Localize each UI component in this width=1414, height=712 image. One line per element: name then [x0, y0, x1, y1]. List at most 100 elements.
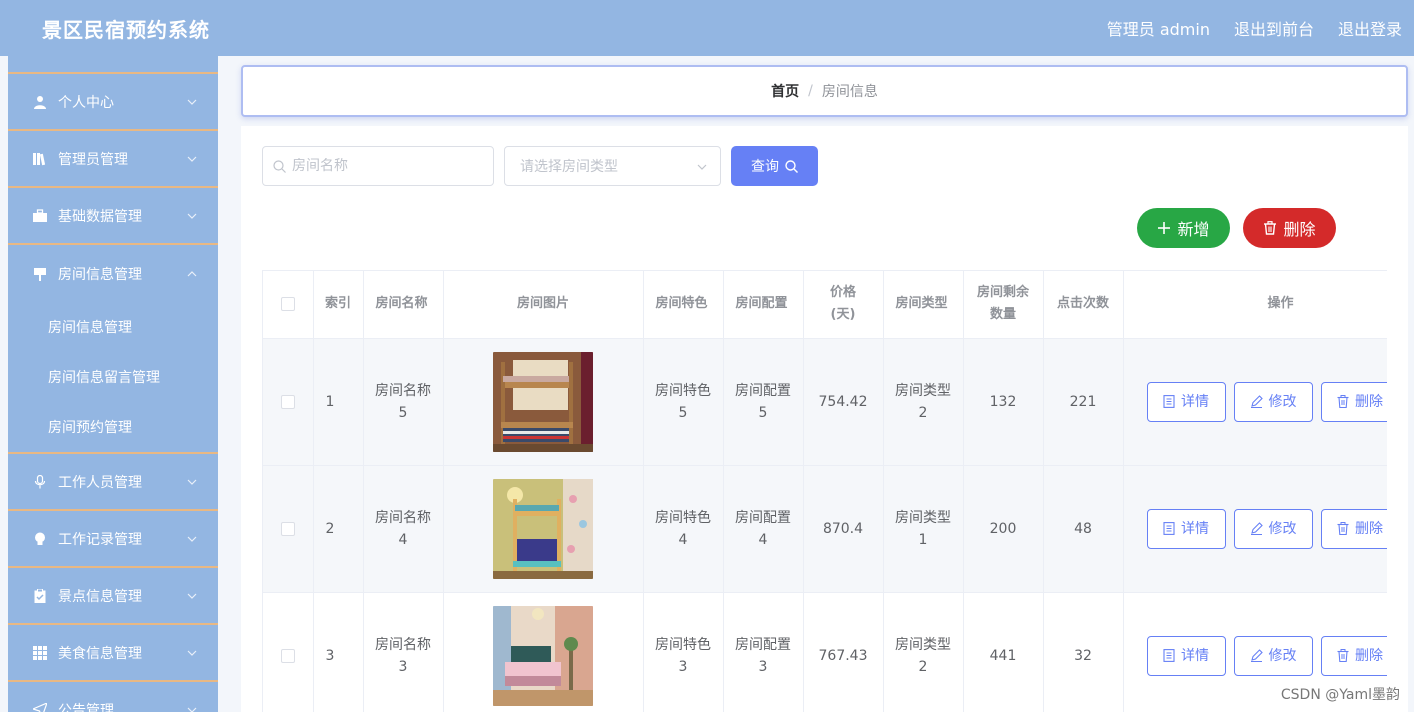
books-icon — [32, 151, 48, 167]
sidebar-item-personal-center[interactable]: 个人中心 — [8, 74, 218, 131]
detail-button[interactable]: 详情 — [1146, 381, 1226, 422]
header-remaining: 房间剩余数量 — [963, 271, 1044, 339]
sidebar-item-scenic-spots[interactable]: 景点信息管理 — [8, 568, 218, 625]
header-links: 管理员 admin 退出到前台 退出登录 — [1107, 16, 1402, 40]
cell-ops: 详情 修改 删除 — [1123, 465, 1387, 593]
breadcrumb-home[interactable]: 首页 — [771, 81, 799, 101]
cell-index: 1 — [313, 338, 364, 466]
cell-index: 2 — [313, 465, 364, 593]
clipboard-icon — [32, 588, 48, 604]
chevron-down-icon — [696, 161, 708, 173]
query-button[interactable]: 查询 — [731, 146, 818, 186]
chevron-up-icon — [186, 268, 198, 280]
sidebar-subitem-room-booking[interactable]: 房间预约管理 — [8, 402, 218, 452]
sidebar-item-basic-data[interactable]: 基础数据管理 — [8, 188, 218, 245]
search-icon — [273, 159, 286, 173]
sidebar-item-label: 基础数据管理 — [58, 208, 142, 225]
document-icon — [1163, 649, 1175, 662]
sidebar-item-label: 美食信息管理 — [58, 645, 142, 662]
sidebar: 个人中心 管理员管理 基础数据管理 房间信息管理 房间信息管理 房间信息留言管理… — [8, 56, 218, 712]
header-clicks: 点击次数 — [1043, 271, 1124, 339]
edit-label: 修改 — [1268, 393, 1297, 410]
sidebar-item-staff[interactable]: 工作人员管理 — [8, 454, 218, 511]
room-name-search[interactable] — [262, 146, 494, 186]
pencil-icon — [1250, 522, 1263, 535]
cell-feature: 房间特色5 — [643, 338, 724, 466]
row-checkbox[interactable] — [280, 521, 295, 536]
sidebar-item-label: 个人中心 — [58, 94, 114, 111]
cell-feature: 房间特色3 — [643, 592, 724, 712]
row-delete-label: 删除 — [1355, 647, 1383, 664]
add-button-label: 新增 — [1177, 220, 1210, 239]
watermark: CSDN @Yaml墨韵 — [1280, 687, 1400, 703]
edit-label: 修改 — [1268, 647, 1297, 664]
sidebar-item-label: 房间信息管理 — [58, 266, 142, 283]
detail-button[interactable]: 详情 — [1146, 635, 1226, 676]
detail-label: 详情 — [1181, 520, 1209, 537]
sidebar-item-work-records[interactable]: 工作记录管理 — [8, 511, 218, 568]
header-type: 房间类型 — [883, 271, 964, 339]
edit-button[interactable]: 修改 — [1233, 508, 1313, 549]
cell-price: 870.4 — [803, 465, 884, 593]
briefcase-icon — [32, 208, 48, 224]
row-select-cell — [263, 338, 314, 466]
sidebar-top-divider — [8, 56, 218, 74]
header-image: 房间图片 — [443, 271, 644, 339]
room-name-input[interactable] — [292, 158, 482, 174]
cell-remaining: 441 — [963, 592, 1044, 712]
room-photo-bunk-bed[interactable] — [493, 351, 593, 452]
detail-label: 详情 — [1181, 393, 1209, 410]
sidebar-item-food-info[interactable]: 美食信息管理 — [8, 625, 218, 682]
sidebar-item-label: 管理员管理 — [58, 151, 128, 168]
row-checkbox[interactable] — [280, 394, 295, 409]
cell-config: 房间配置5 — [723, 338, 804, 466]
cell-price: 767.43 — [803, 592, 884, 712]
row-checkbox[interactable] — [280, 648, 295, 663]
sidebar-item-announcements[interactable]: 公告管理 — [8, 682, 218, 712]
select-all-checkbox[interactable] — [280, 296, 295, 311]
room-photo-kids-bunk[interactable] — [493, 478, 593, 579]
detail-button[interactable]: 详情 — [1146, 508, 1226, 549]
cell-index: 3 — [313, 592, 364, 712]
row-delete-label: 删除 — [1355, 520, 1383, 537]
exit-to-front-link[interactable]: 退出到前台 — [1234, 16, 1314, 40]
cell-price: 754.42 — [803, 338, 884, 466]
room-type-placeholder: 请选择房间类型 — [520, 159, 618, 175]
admin-user-link[interactable]: 管理员 admin — [1107, 16, 1210, 40]
batch-delete-button[interactable]: 删除 — [1243, 208, 1336, 248]
pencil-icon — [1250, 649, 1263, 662]
row-delete-button[interactable]: 删除 — [1320, 635, 1387, 676]
chevron-down-icon — [186, 476, 198, 488]
select-all-cell — [263, 271, 314, 339]
sidebar-subitem-room-info[interactable]: 房间信息管理 — [8, 302, 218, 352]
sidebar-subitem-room-messages[interactable]: 房间信息留言管理 — [8, 352, 218, 402]
sidebar-item-label: 公告管理 — [58, 702, 114, 712]
cell-clicks: 221 — [1043, 338, 1124, 466]
room-photo-bedroom[interactable] — [493, 605, 593, 706]
logout-link[interactable]: 退出登录 — [1338, 16, 1402, 40]
header-name: 房间名称 — [363, 271, 444, 339]
room-type-select[interactable]: 请选择房间类型 — [504, 146, 721, 186]
add-button[interactable]: 新增 — [1137, 208, 1230, 248]
document-icon — [1163, 522, 1175, 535]
edit-label: 修改 — [1268, 520, 1297, 537]
cell-clicks: 32 — [1043, 592, 1124, 712]
sidebar-item-admin-management[interactable]: 管理员管理 — [8, 131, 218, 188]
cell-ops: 详情 修改 删除 — [1123, 338, 1387, 466]
cell-clicks: 48 — [1043, 465, 1124, 593]
row-select-cell — [263, 465, 314, 593]
table-row: 2 房间名称4 房间特色4 房间配置4 870.4 房间类型1 200 48 详… — [263, 465, 1387, 593]
document-icon — [1163, 395, 1175, 408]
edit-button[interactable]: 修改 — [1233, 381, 1313, 422]
row-delete-button[interactable]: 删除 — [1320, 508, 1387, 549]
sidebar-item-room-info[interactable]: 房间信息管理 — [8, 245, 218, 302]
sidebar-item-label: 工作人员管理 — [58, 474, 142, 491]
row-delete-button[interactable]: 删除 — [1320, 381, 1387, 422]
top-header: 景区民宿预约系统 管理员 admin 退出到前台 退出登录 — [0, 0, 1414, 56]
cell-type: 房间类型1 — [883, 465, 964, 593]
chevron-down-icon — [186, 96, 198, 108]
search-icon — [785, 159, 798, 173]
row-select-cell — [263, 592, 314, 712]
cell-type: 房间类型2 — [883, 338, 964, 466]
edit-button[interactable]: 修改 — [1233, 635, 1313, 676]
